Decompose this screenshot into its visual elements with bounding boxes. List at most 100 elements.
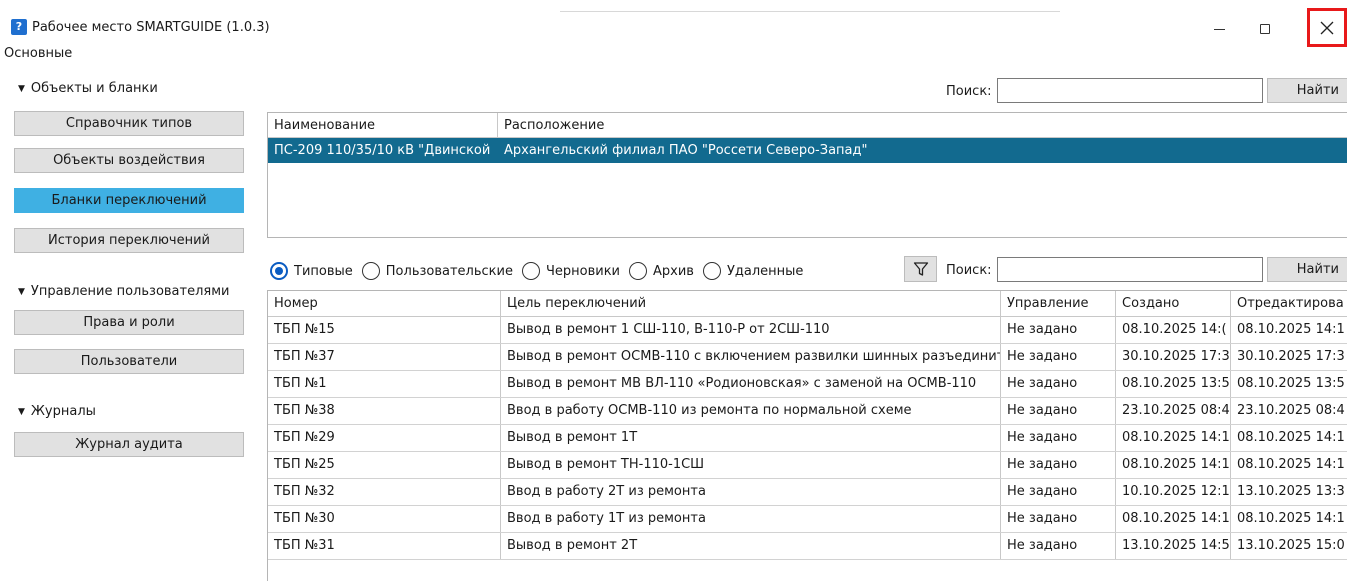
maximize-icon xyxy=(1260,24,1270,34)
blank-control-cell: Не задано xyxy=(1001,317,1116,343)
section-journals[interactable]: ▼ Журналы xyxy=(18,404,96,419)
blank-created-cell: 08.10.2025 14:1 xyxy=(1116,452,1231,478)
radio-indicator[interactable] xyxy=(702,262,721,280)
blank-number-cell: ТБП №15 xyxy=(268,317,501,343)
section-title: Управление пользователями xyxy=(30,284,230,299)
table-row[interactable]: ТБП №15 Вывод в ремонт 1 СШ-110, В-110-Р … xyxy=(268,317,1347,344)
filter-icon xyxy=(913,262,928,276)
radio-typical[interactable]: Типовые xyxy=(270,262,353,280)
blank-number-cell: ТБП №31 xyxy=(268,533,501,559)
expand-triangle-icon: ▼ xyxy=(18,287,25,297)
blank-type-radio-group: Типовые Пользовательские Черновики Архив… xyxy=(270,261,812,281)
minimize-icon xyxy=(1213,28,1225,30)
blank-purpose-cell: Вывод в ремонт 2Т xyxy=(501,533,1001,559)
blank-control-cell: Не задано xyxy=(1001,344,1116,370)
column-header-control[interactable]: Управление xyxy=(1001,291,1116,317)
table-row[interactable]: ТБП №1 Вывод в ремонт МВ ВЛ-110 «Родионов… xyxy=(268,371,1347,398)
app-key-icon: ? xyxy=(11,19,27,35)
table-row[interactable]: ТБП №25 Вывод в ремонт ТН-110-1СШ Не задан… xyxy=(268,452,1347,479)
object-location-cell: Архангельский филиал ПАО "Россети Северо… xyxy=(504,143,868,158)
table-row[interactable]: ПС-209 110/35/10 кВ "Двинской Архангельс… xyxy=(268,138,1347,163)
radio-drafts[interactable]: Черновики xyxy=(521,262,620,280)
blank-number-cell: ТБП №37 xyxy=(268,344,501,370)
table-row[interactable]: ТБП №37 Вывод в ремонт ОСМВ-110 с включен… xyxy=(268,344,1347,371)
radio-indicator[interactable] xyxy=(629,262,647,280)
users-button[interactable]: Пользователи xyxy=(14,349,244,374)
table-row[interactable]: ТБП №30 Ввод в работу 1Т из ремонта Не зад… xyxy=(268,506,1347,533)
blanks-find-button[interactable]: Найти xyxy=(1267,257,1347,282)
close-icon xyxy=(1320,21,1334,34)
blanks-search-label: Поиск: xyxy=(946,263,992,278)
blank-edited-cell: 08.10.2025 13:5 xyxy=(1237,376,1345,391)
audit-journal-button[interactable]: Журнал аудита xyxy=(14,432,244,457)
section-title: Журналы xyxy=(30,404,96,419)
blank-created-cell: 08.10.2025 14:1 xyxy=(1116,506,1231,532)
blank-number-cell: ТБП №29 xyxy=(268,425,501,451)
column-header-created[interactable]: Создано xyxy=(1116,291,1231,317)
blank-purpose-cell: Вывод в ремонт МВ ВЛ-110 «Родионовская» … xyxy=(501,371,1001,397)
switching-history-button[interactable]: История переключений xyxy=(14,228,244,253)
blank-edited-cell: 30.10.2025 17:3 xyxy=(1237,349,1345,364)
impact-objects-button[interactable]: Объекты воздействия xyxy=(14,148,244,173)
menu-item-main[interactable]: Основные xyxy=(4,46,72,61)
blanks-search-input[interactable] xyxy=(997,257,1263,282)
blank-purpose-cell: Ввод в работу 1Т из ремонта xyxy=(501,506,1001,532)
blank-control-cell: Не задано xyxy=(1001,506,1116,532)
blank-number-cell: ТБП №1 xyxy=(268,371,501,397)
table-row[interactable]: ТБП №32 Ввод в работу 2Т из ремонта Не зад… xyxy=(268,479,1347,506)
expand-triangle-icon: ▼ xyxy=(18,407,25,417)
minimize-button[interactable] xyxy=(1196,12,1242,46)
blank-purpose-cell: Вывод в ремонт ТН-110-1СШ xyxy=(501,452,1001,478)
column-header-number[interactable]: Номер xyxy=(268,291,501,317)
blank-edited-cell: 13.10.2025 13:3 xyxy=(1237,484,1345,499)
types-directory-button[interactable]: Справочник типов xyxy=(14,111,244,136)
blank-created-cell: 23.10.2025 08:4 xyxy=(1116,398,1231,424)
radio-archive[interactable]: Архив xyxy=(629,262,694,280)
blank-purpose-cell: Вывод в ремонт 1Т xyxy=(501,425,1001,451)
blanks-table-header: Номер Цель переключений Управление Созда… xyxy=(268,291,1347,317)
column-header-edited[interactable]: Отредактирова xyxy=(1231,291,1347,317)
objects-find-button[interactable]: Найти xyxy=(1267,78,1347,103)
blank-control-cell: Не задано xyxy=(1001,398,1116,424)
blank-created-cell: 08.10.2025 14:1 xyxy=(1116,425,1231,451)
switching-blanks-table: Номер Цель переключений Управление Созда… xyxy=(267,290,1347,581)
column-header-name[interactable]: Наименование xyxy=(268,113,498,138)
radio-indicator[interactable] xyxy=(270,262,288,280)
radio-indicator[interactable] xyxy=(361,262,380,280)
filter-button[interactable] xyxy=(904,256,937,282)
blank-created-cell: 10.10.2025 12:1 xyxy=(1116,479,1231,505)
switching-blanks-button[interactable]: Бланки переключений xyxy=(14,188,244,213)
rights-and-roles-button[interactable]: Права и роли xyxy=(14,310,244,335)
column-header-location[interactable]: Расположение xyxy=(498,113,1347,138)
section-objects-and-blanks[interactable]: ▼ Объекты и бланки xyxy=(18,81,158,96)
blank-created-cell: 30.10.2025 17:3 xyxy=(1116,344,1231,370)
blank-created-cell: 08.10.2025 14:( xyxy=(1116,317,1231,343)
objects-table: Наименование Расположение ПС-209 110/35/… xyxy=(267,112,1347,238)
blank-number-cell: ТБП №25 xyxy=(268,452,501,478)
blank-number-cell: ТБП №30 xyxy=(268,506,501,532)
blank-control-cell: Не задано xyxy=(1001,425,1116,451)
blank-purpose-cell: Вывод в ремонт ОСМВ-110 с включением раз… xyxy=(501,344,1001,370)
radio-custom[interactable]: Пользовательские xyxy=(361,262,513,280)
close-button[interactable] xyxy=(1307,8,1347,47)
expand-triangle-icon: ▼ xyxy=(18,84,25,94)
radio-label: Архив xyxy=(653,263,694,279)
radio-label: Черновики xyxy=(545,263,620,279)
radio-indicator[interactable] xyxy=(521,262,540,280)
table-row[interactable]: ТБП №29 Вывод в ремонт 1Т Не задано 08.10.2… xyxy=(268,425,1347,452)
column-header-purpose[interactable]: Цель переключений xyxy=(501,291,1001,317)
window-title: Рабочее место SMARTGUIDE (1.0.3) xyxy=(32,20,270,35)
objects-search-input[interactable] xyxy=(997,78,1263,103)
section-title: Объекты и бланки xyxy=(30,81,158,96)
section-user-management[interactable]: ▼ Управление пользователями xyxy=(18,284,229,299)
blank-edited-cell: 08.10.2025 14:1 xyxy=(1237,430,1345,445)
blank-edited-cell: 08.10.2025 14:1 xyxy=(1237,322,1345,337)
radio-deleted[interactable]: Удаленные xyxy=(702,262,803,280)
blank-control-cell: Не задано xyxy=(1001,452,1116,478)
blank-edited-cell: 23.10.2025 08:4 xyxy=(1237,403,1345,418)
radio-label: Пользовательские xyxy=(385,263,513,279)
table-row[interactable]: ТБП №38 Ввод в работу ОСМВ-110 из ремонта… xyxy=(268,398,1347,425)
maximize-button[interactable] xyxy=(1242,12,1288,46)
table-row[interactable]: ТБП №31 Вывод в ремонт 2Т Не задано 13.10.2… xyxy=(268,533,1347,560)
blank-created-cell: 13.10.2025 14:5 xyxy=(1116,533,1231,559)
